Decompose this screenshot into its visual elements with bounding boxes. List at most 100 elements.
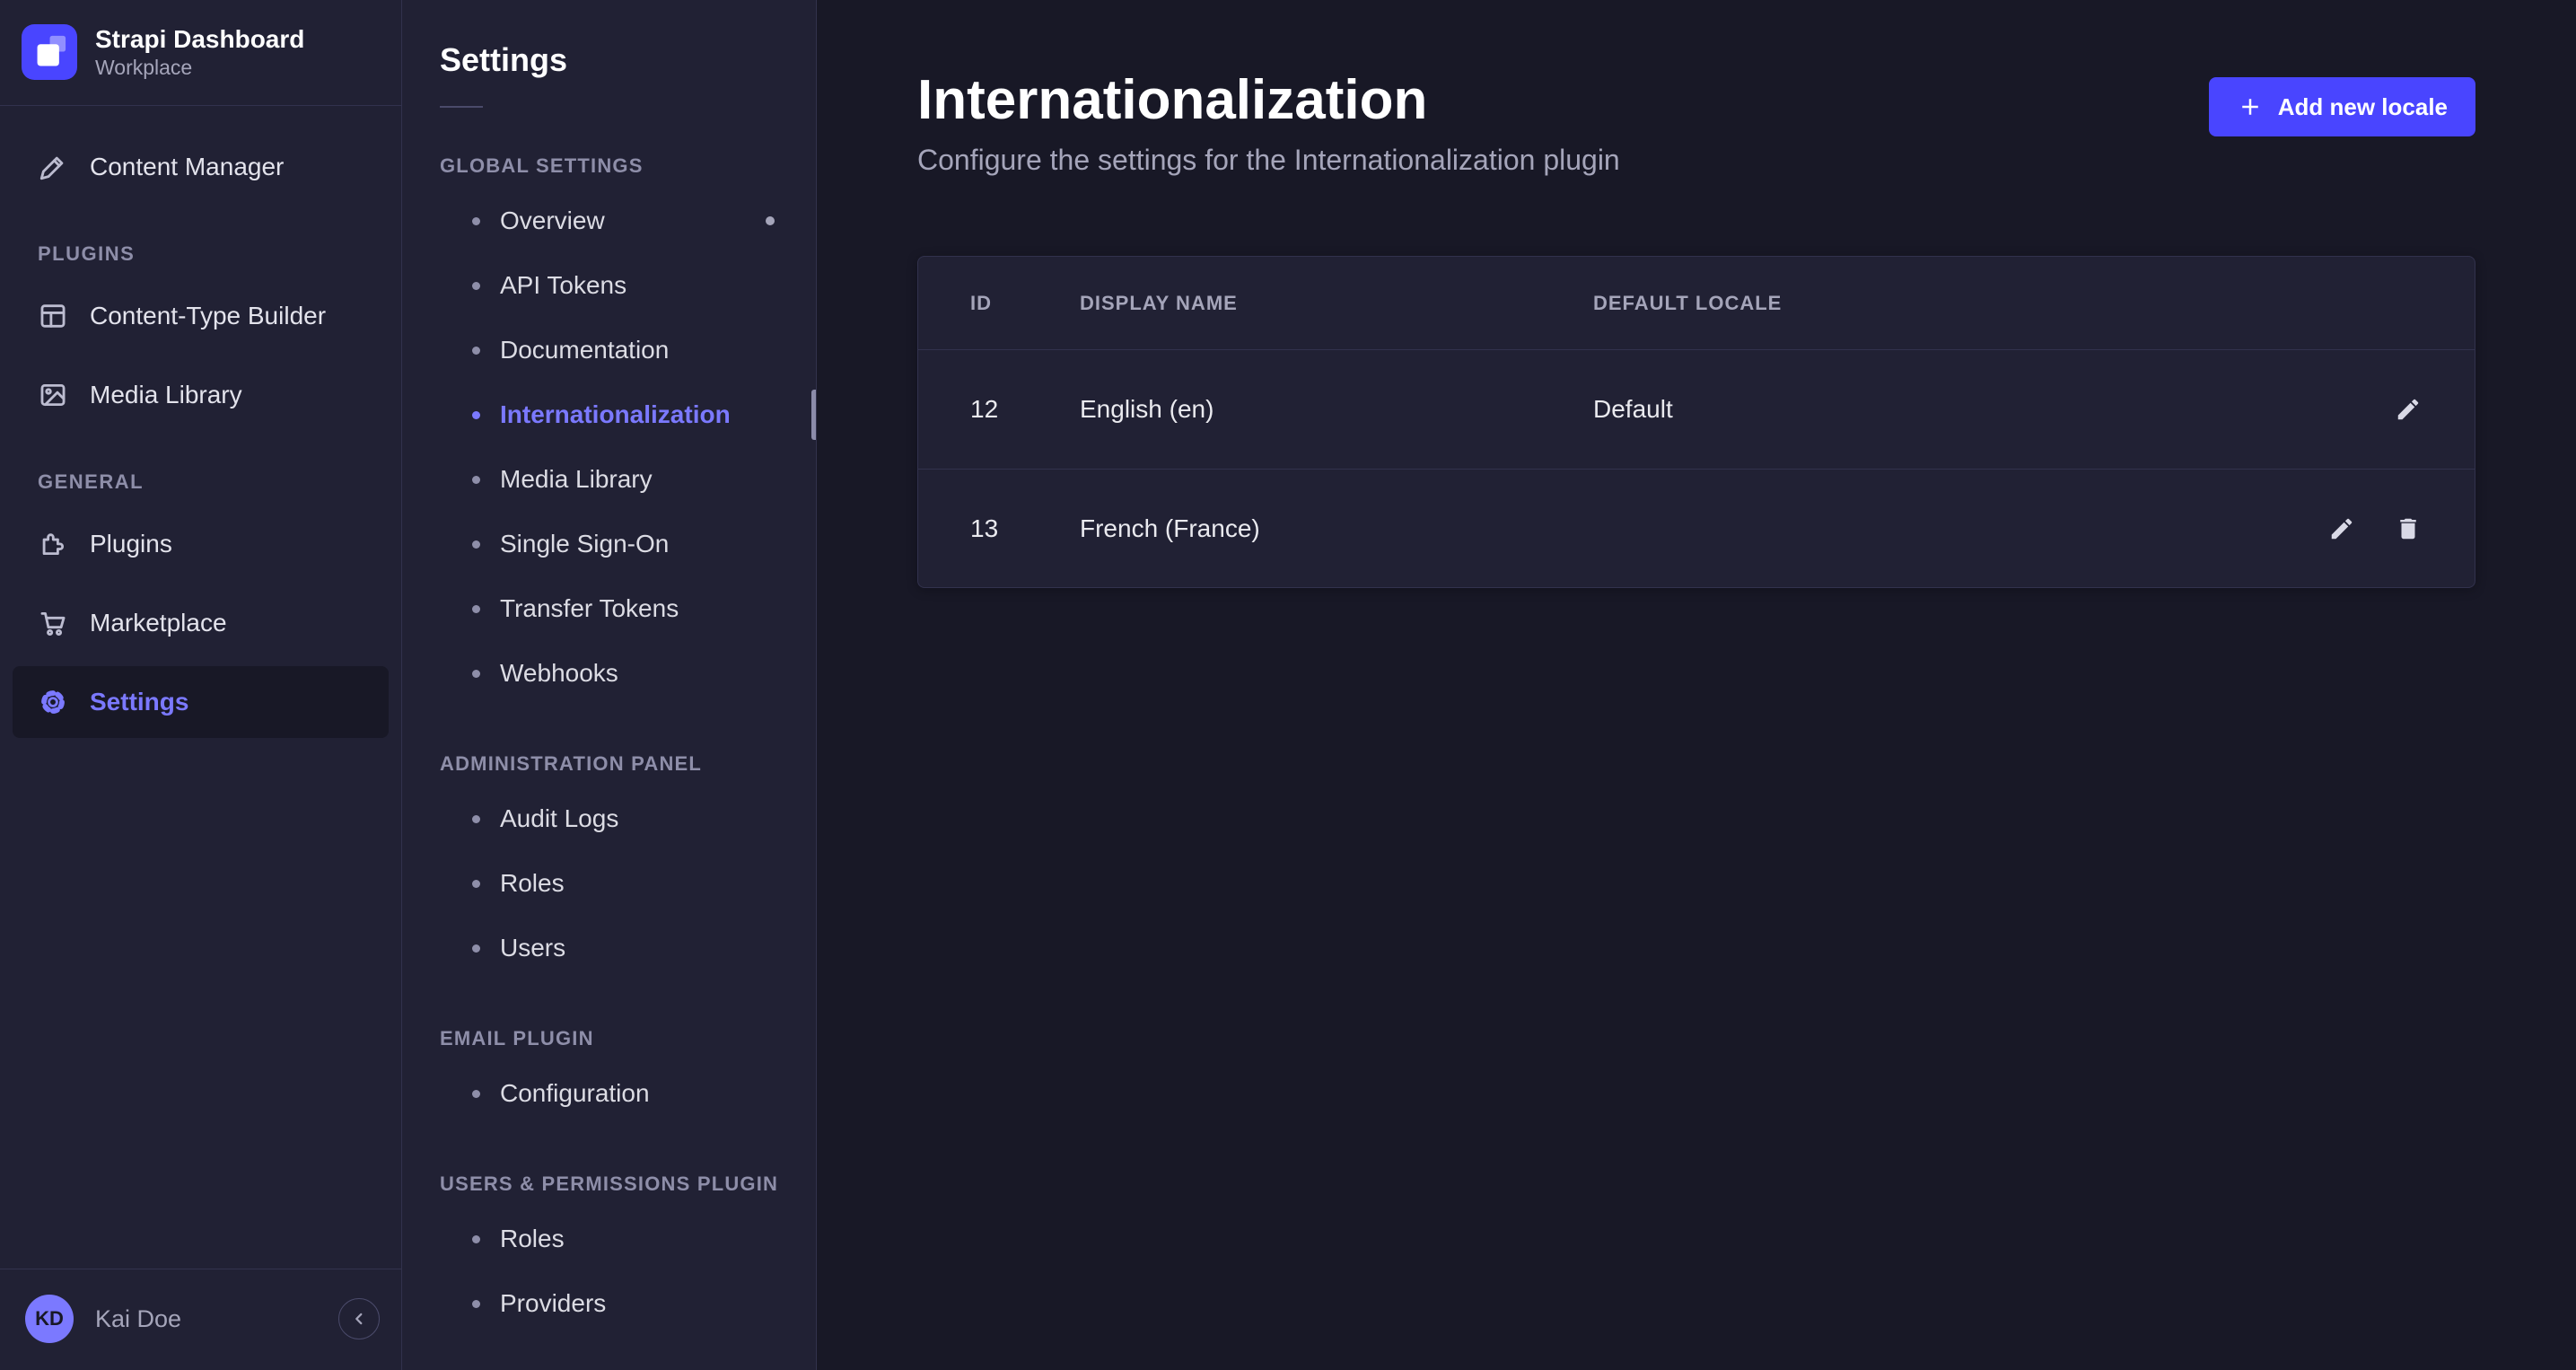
workspace-switcher[interactable]: Strapi Dashboard Workplace: [0, 0, 401, 105]
bullet-icon: [472, 605, 480, 613]
nav-item-label: Media Library: [90, 381, 242, 409]
subnav-item-internationalization[interactable]: Internationalization: [402, 382, 816, 447]
subnav-item-transfer-tokens[interactable]: Transfer Tokens: [402, 576, 816, 641]
edit-locale-button[interactable]: [2394, 395, 2423, 424]
nav-item-label: Content Manager: [90, 153, 284, 181]
app-root: Strapi Dashboard Workplace Content Manag…: [0, 0, 2576, 1370]
subnav-section-label: ADMINISTRATION PANEL: [440, 752, 816, 776]
cell-display-name: French (France): [1080, 514, 1593, 543]
cell-actions: [2234, 514, 2423, 543]
subnav-item-providers[interactable]: Providers: [402, 1271, 816, 1336]
cell-display-name: English (en): [1080, 395, 1593, 424]
divider: [440, 106, 483, 108]
nav-item-plugins[interactable]: Plugins: [13, 508, 389, 580]
edit-locale-button[interactable]: [2327, 514, 2356, 543]
subnav-item-overview[interactable]: Overview: [402, 189, 816, 253]
subnav-item-audit-logs[interactable]: Audit Logs: [402, 786, 816, 851]
cell-id: 13: [970, 514, 1080, 543]
column-header-default-locale: DEFAULT LOCALE: [1593, 292, 2234, 315]
bullet-icon: [472, 1235, 480, 1243]
locale-row-english[interactable]: 12 English (en) Default: [918, 350, 2475, 469]
subnav-section-label: EMAIL PLUGIN: [440, 1027, 816, 1050]
subnav-item-label: Roles: [500, 1225, 565, 1253]
bullet-icon: [472, 476, 480, 484]
column-header-display-name: DISPLAY NAME: [1080, 292, 1593, 315]
brand-text: Strapi Dashboard Workplace: [95, 23, 304, 82]
bullet-icon: [472, 217, 480, 225]
nav-item-label: Plugins: [90, 530, 172, 558]
subnav-item-label: Users: [500, 934, 565, 962]
nav-item-content-type-builder[interactable]: Content-Type Builder: [13, 280, 389, 352]
page-title: Internationalization: [917, 70, 1620, 131]
subnav-section-label: USERS & PERMISSIONS PLUGIN: [440, 1172, 816, 1196]
subnav-item-users[interactable]: Users: [402, 916, 816, 980]
bullet-icon: [472, 815, 480, 823]
subnav-item-label: Roles: [500, 869, 565, 898]
bullet-icon: [472, 411, 480, 419]
subnav-item-label: Configuration: [500, 1079, 650, 1108]
bullet-icon: [472, 282, 480, 290]
subnav-item-label: Overview: [500, 206, 605, 235]
subnav-item-label: Documentation: [500, 336, 669, 364]
nav-item-content-manager[interactable]: Content Manager: [13, 131, 389, 203]
user-name: Kai Doe: [95, 1305, 181, 1333]
column-header-id: ID: [970, 292, 1080, 315]
subnav-section-email-plugin: EMAIL PLUGIN Configuration: [402, 1027, 816, 1126]
page-header: Internationalization Configure the setti…: [917, 70, 2475, 177]
cell-default-locale: Default: [1593, 395, 2234, 424]
locales-table: ID DISPLAY NAME DEFAULT LOCALE 12 Englis…: [917, 256, 2475, 588]
subnav-item-webhooks[interactable]: Webhooks: [402, 641, 816, 706]
puzzle-icon: [38, 529, 68, 559]
locale-row-french[interactable]: 13 French (France): [918, 469, 2475, 587]
nav-item-label: Content-Type Builder: [90, 302, 326, 330]
main-nav: Strapi Dashboard Workplace Content Manag…: [0, 0, 402, 1370]
subnav-item-api-tokens[interactable]: API Tokens: [402, 253, 816, 318]
pencil-icon: [2395, 396, 2422, 423]
cell-actions: [2234, 395, 2423, 424]
settings-sub-nav: Settings GLOBAL SETTINGS Overview API To…: [402, 0, 817, 1370]
subnav-item-up-roles[interactable]: Roles: [402, 1207, 816, 1271]
subnav-section-global-settings: GLOBAL SETTINGS Overview API Tokens Docu…: [402, 154, 816, 706]
subnav-item-single-sign-on[interactable]: Single Sign-On: [402, 512, 816, 576]
nav-section-label-plugins: PLUGINS: [38, 242, 389, 266]
pencil-icon: [2328, 515, 2355, 542]
delete-locale-button[interactable]: [2394, 514, 2423, 543]
page-subtitle: Configure the settings for the Internati…: [917, 144, 1620, 177]
table-header-row: ID DISPLAY NAME DEFAULT LOCALE: [918, 257, 2475, 350]
bullet-icon: [472, 880, 480, 888]
picture-icon: [38, 380, 68, 410]
nav-item-marketplace[interactable]: Marketplace: [13, 587, 389, 659]
active-item-indicator: [811, 390, 816, 440]
gear-icon: [38, 687, 68, 717]
subnav-section-administration-panel: ADMINISTRATION PANEL Audit Logs Roles Us…: [402, 752, 816, 980]
subnav-item-email-configuration[interactable]: Configuration: [402, 1061, 816, 1126]
bullet-icon: [472, 540, 480, 549]
cart-icon: [38, 608, 68, 638]
subnav-item-documentation[interactable]: Documentation: [402, 318, 816, 382]
nav-section-label-general: GENERAL: [38, 470, 389, 494]
subnav-item-label: Media Library: [500, 465, 653, 494]
subnav-header: Settings: [402, 0, 816, 108]
cell-id: 12: [970, 395, 1080, 424]
subnav-section-users-permissions-plugin: USERS & PERMISSIONS PLUGIN Roles Provide…: [402, 1172, 816, 1336]
user-menu[interactable]: KD Kai Doe: [0, 1269, 401, 1370]
subnav-item-label: Audit Logs: [500, 804, 618, 833]
avatar: KD: [25, 1295, 74, 1343]
workspace-subtitle: Workplace: [95, 55, 304, 82]
nav-item-media-library[interactable]: Media Library: [13, 359, 389, 431]
bullet-icon: [472, 670, 480, 678]
notification-dot: [766, 216, 775, 225]
subnav-item-label: Providers: [500, 1289, 606, 1318]
add-new-locale-button[interactable]: Add new locale: [2209, 77, 2475, 136]
layout-icon: [38, 301, 68, 331]
subnav-item-label: Webhooks: [500, 659, 618, 688]
add-new-locale-label: Add new locale: [2278, 93, 2448, 121]
subnav-item-admin-roles[interactable]: Roles: [402, 851, 816, 916]
main-content: Internationalization Configure the setti…: [817, 0, 2576, 1370]
nav-item-settings[interactable]: Settings: [13, 666, 389, 738]
page-header-text: Internationalization Configure the setti…: [917, 70, 1620, 177]
bullet-icon: [472, 1300, 480, 1308]
plus-icon: [2237, 93, 2264, 120]
subnav-item-media-library[interactable]: Media Library: [402, 447, 816, 512]
collapse-nav-button[interactable]: [338, 1298, 380, 1339]
